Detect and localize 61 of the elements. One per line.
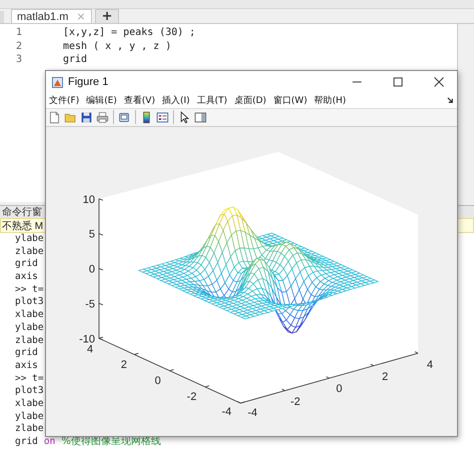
command-text: ylabe [15, 233, 44, 246]
code-line: grid [63, 53, 88, 66]
printer-icon[interactable] [96, 110, 109, 124]
tick-label: 4 [86, 343, 94, 356]
panel-icon[interactable] [194, 110, 207, 124]
tick-label: 5 [88, 228, 95, 241]
line-number: 2 [14, 40, 22, 53]
code-line: [x,y,z] = peaks (30) ; [63, 26, 196, 40]
window-title: Figure 1 [68, 76, 108, 88]
code-line: mesh ( x , y , z ) [63, 40, 172, 53]
tick-label: -2 [186, 391, 197, 404]
tick-label: -4 [248, 407, 258, 420]
command-text: grid [15, 347, 38, 360]
command-text: xlabe [15, 398, 44, 411]
menu-item[interactable]: 查看(V) [124, 94, 156, 107]
new-tab-button[interactable]: + [94, 9, 120, 23]
tick-label: 2 [382, 371, 388, 384]
command-text: plot3 [15, 385, 44, 398]
dock-arrow-icon[interactable] [447, 96, 454, 104]
pointer-icon[interactable] [178, 110, 191, 124]
tick-label: -10 [79, 333, 95, 346]
command-text: axis [15, 360, 38, 373]
command-text: >> t= [15, 284, 44, 296]
new-file-icon[interactable] [48, 110, 61, 124]
command-text: grid [15, 436, 38, 449]
tick-label: -5 [85, 298, 95, 310]
tick-label: 4 [426, 359, 433, 372]
notice-text: 不熟悉 M [2, 220, 44, 232]
command-text: zlabe [15, 334, 44, 348]
line-number: 3 [14, 53, 22, 66]
command-text: axis [15, 271, 38, 284]
line-number: 1 [14, 26, 22, 40]
tick-label: 0 [154, 375, 161, 388]
tick-label: -4 [222, 406, 232, 418]
command-text: zlabe [15, 423, 44, 436]
tick-label: 2 [120, 359, 127, 372]
tick-label: -2 [290, 396, 300, 408]
command-text: plot3 [15, 296, 44, 310]
figure-icon [52, 76, 63, 88]
keyword-text: on [44, 436, 56, 449]
menu-item[interactable]: 文件(F) [49, 94, 80, 107]
save-icon[interactable] [80, 110, 93, 124]
menu-item[interactable]: 插入(I) [162, 94, 190, 107]
command-text: ylabe [15, 322, 44, 334]
tick-label: 0 [88, 264, 95, 276]
legend-icon[interactable] [156, 110, 169, 124]
menu-item[interactable]: 桌面(D) [234, 94, 266, 107]
menu-item[interactable]: 编辑(E) [86, 94, 117, 107]
menu-item[interactable]: 窗口(W) [273, 94, 308, 107]
tick-label: 10 [82, 194, 95, 206]
command-text: ylabe [15, 410, 44, 424]
menu-item[interactable]: 工具(T) [196, 94, 228, 107]
tick-label: 0 [336, 383, 342, 396]
command-text: >> t= [15, 372, 44, 386]
window-icon[interactable] [118, 110, 131, 124]
command-text: xlabe [15, 309, 44, 322]
menu-item[interactable]: 帮助(H) [314, 94, 346, 107]
command-text: zlabe [15, 246, 44, 258]
command-text: grid [15, 258, 38, 272]
panel-title: 命令行窗 [2, 206, 42, 218]
file-tab[interactable]: matlab1.m × [11, 9, 92, 23]
